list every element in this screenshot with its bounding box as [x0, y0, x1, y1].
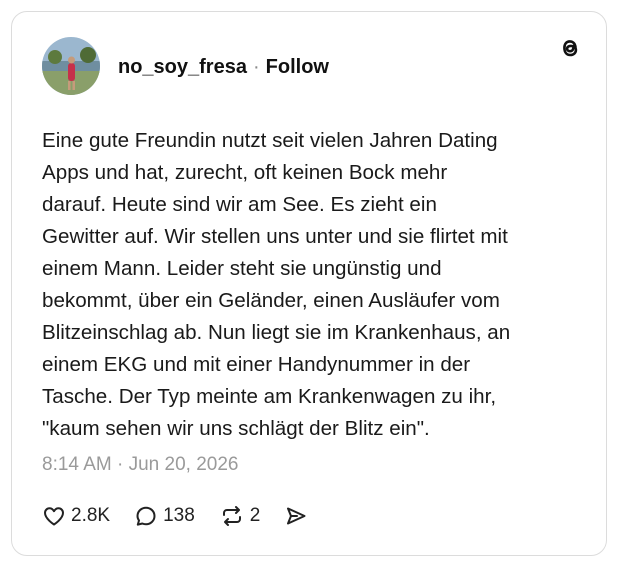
- reply-count: 138: [163, 505, 195, 526]
- post-timestamp[interactable]: 8:14 AM · Jun 20, 2026: [42, 454, 238, 476]
- reply-button[interactable]: 138: [134, 504, 195, 528]
- threads-icon[interactable]: [556, 34, 584, 62]
- share-button[interactable]: [284, 504, 308, 528]
- repost-icon: [222, 506, 241, 526]
- repost-count: 2: [249, 505, 261, 526]
- send-icon: [287, 507, 306, 525]
- repost-button[interactable]: 2: [219, 504, 261, 528]
- username[interactable]: no_soy_fresa: [118, 56, 247, 78]
- post-text: Eine gute Freundin nutzt seit vielen Jah…: [42, 129, 511, 440]
- post-header: no_soy_fresa · Follow: [42, 37, 582, 95]
- separator-dot: ·: [252, 56, 260, 78]
- follow-button[interactable]: Follow: [266, 56, 329, 78]
- user-line: no_soy_fresa · Follow: [118, 55, 329, 79]
- avatar[interactable]: [42, 37, 100, 95]
- heart-icon: [44, 507, 64, 526]
- post-card: no_soy_fresa · Follow Eine gute Freundin n…: [11, 11, 607, 556]
- action-bar: 2.8K 138 2: [42, 501, 332, 531]
- like-count: 2.8K: [71, 505, 111, 526]
- speech-bubble-icon: [136, 506, 156, 526]
- like-button[interactable]: 2.8K: [42, 504, 110, 528]
